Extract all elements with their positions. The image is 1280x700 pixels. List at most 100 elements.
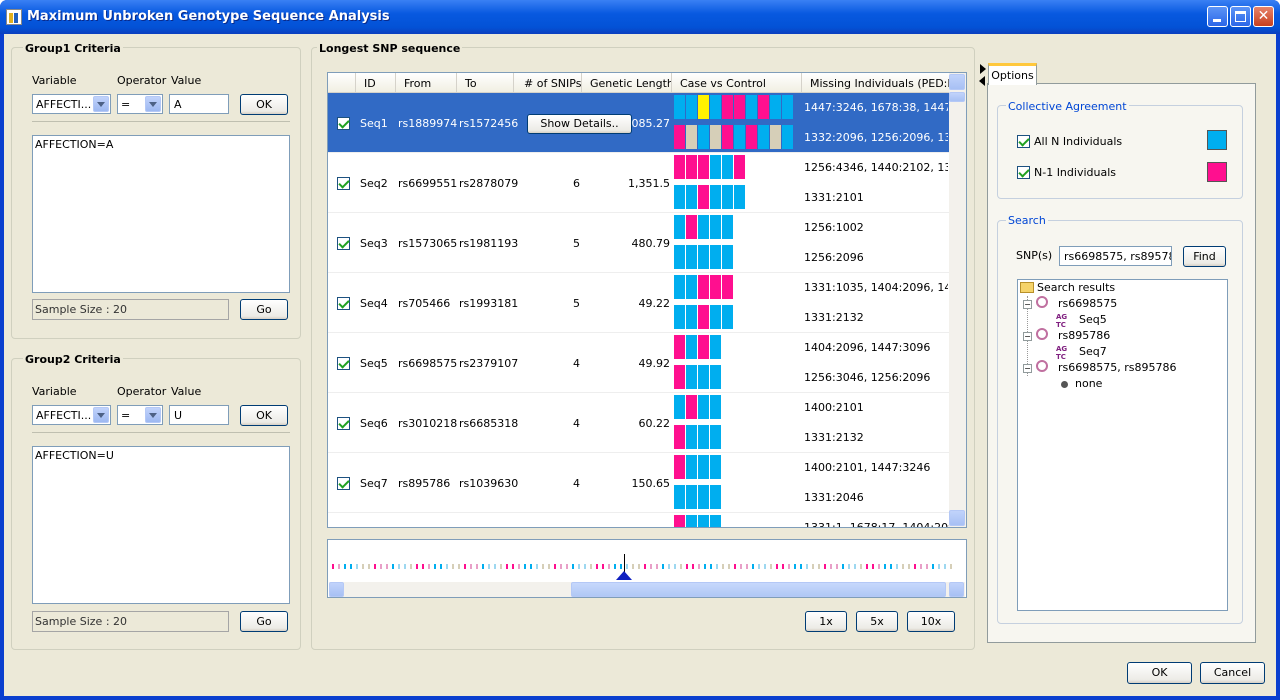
case-genotype-block <box>710 275 721 299</box>
zoom-5x-button[interactable]: 5x <box>856 611 898 632</box>
ok-button[interactable]: OK <box>1127 662 1192 684</box>
minimize-button[interactable] <box>1207 6 1228 27</box>
control-genotype-block <box>722 185 733 209</box>
group2-go-button[interactable]: Go <box>240 611 288 632</box>
show-details-button[interactable]: Show Details.. <box>527 114 632 134</box>
row-to: rs2379107 <box>459 357 519 370</box>
table-vertical-scrollbar[interactable] <box>949 73 966 527</box>
maximize-button[interactable] <box>1230 6 1251 27</box>
group2-title: Group2 Criteria <box>23 353 123 366</box>
group1-go-button[interactable]: Go <box>240 299 288 320</box>
group1-ok-button[interactable]: OK <box>240 94 288 115</box>
case-genotype-block <box>722 95 733 119</box>
group2-operator-select[interactable]: = <box>117 405 163 425</box>
n-minus-1-color-swatch[interactable] <box>1207 162 1227 182</box>
zoom-10x-button[interactable]: 10x <box>907 611 955 632</box>
snp-tick <box>920 564 922 569</box>
table-row[interactable]: Seq6 rs3010218 rs6685318 4 60.22 1400:2101 133… <box>328 393 950 453</box>
group1-operator-select[interactable]: = <box>117 94 163 114</box>
close-button[interactable]: ✕ <box>1253 6 1274 27</box>
column-header-to[interactable]: To <box>457 73 514 93</box>
control-genotype-block <box>698 485 709 509</box>
chevron-down-icon[interactable] <box>93 407 109 423</box>
column-header-from[interactable]: From <box>396 73 457 93</box>
cancel-button[interactable]: Cancel <box>1200 662 1265 684</box>
dialog-body: Group1 Criteria Variable Operator Value … <box>4 34 1276 696</box>
row-checkbox[interactable] <box>337 417 350 430</box>
sequence-table[interactable]: ID From To # of SNIPs Genetic Length Cas… <box>327 72 967 528</box>
snp-tick <box>614 564 616 569</box>
genome-overview[interactable] <box>327 539 967 598</box>
tree-root-label[interactable]: Search results <box>1037 281 1115 294</box>
collapse-left-icon[interactable] <box>979 76 985 86</box>
tree-node-both[interactable]: rs6698575, rs895786 <box>1058 361 1176 374</box>
group2-variable-select[interactable]: AFFECTI... <box>32 405 111 425</box>
group1-value-input[interactable]: A <box>169 94 229 114</box>
row-checkbox[interactable] <box>337 297 350 310</box>
column-header-select[interactable] <box>328 73 356 93</box>
row-checkbox[interactable] <box>337 357 350 370</box>
column-header-snps[interactable]: # of SNIPs <box>514 73 582 93</box>
column-header-id[interactable]: ID <box>356 73 396 93</box>
group2-ok-button[interactable]: OK <box>240 405 288 426</box>
group1-variable-select[interactable]: AFFECTI... <box>32 94 111 114</box>
collapse-icon[interactable]: − <box>1023 332 1032 341</box>
row-to: rs6685318 <box>459 417 519 430</box>
all-n-color-swatch[interactable] <box>1207 130 1227 150</box>
tree-leaf-seq7[interactable]: Seq7 <box>1079 345 1107 358</box>
row-checkbox[interactable] <box>337 117 350 130</box>
expand-right-icon[interactable] <box>980 64 986 74</box>
chevron-down-icon[interactable] <box>93 96 109 112</box>
search-results-tree[interactable]: Search results − rs6698575 AG TC Seq5 − r… <box>1017 279 1228 611</box>
zoom-1x-button[interactable]: 1x <box>805 611 847 632</box>
collapse-icon[interactable]: − <box>1023 364 1032 373</box>
overview-horizontal-scrollbar[interactable] <box>329 582 965 597</box>
table-row[interactable]: 1331:1, 1678:17, 1404:209... <box>328 513 966 527</box>
chevron-down-icon[interactable] <box>145 407 161 423</box>
title-bar[interactable]: Maximum Unbroken Genotype Sequence Analy… <box>0 0 1280 34</box>
snp-tick <box>404 564 406 569</box>
group2-criteria-list[interactable]: AFFECTION=U <box>32 446 290 604</box>
column-header-missing[interactable]: Missing Individuals (PED:ID) <box>802 73 950 93</box>
chevron-down-icon[interactable] <box>145 96 161 112</box>
n-minus-1-checkbox[interactable] <box>1017 166 1030 179</box>
snp-search-input[interactable]: rs6698575, rs895786 <box>1059 246 1172 266</box>
case-genotype-block <box>746 95 757 119</box>
control-genotype-block <box>698 185 709 209</box>
case-genotype-block <box>698 395 709 419</box>
find-button[interactable]: Find <box>1183 246 1226 267</box>
group2-value-input[interactable]: U <box>169 405 229 425</box>
control-genotype-block <box>758 125 769 149</box>
tree-node-rs6698575[interactable]: rs6698575 <box>1058 297 1117 310</box>
snp-tick <box>680 564 682 569</box>
scroll-right-icon[interactable] <box>949 582 964 597</box>
scroll-thumb[interactable] <box>571 582 946 597</box>
collapse-icon[interactable]: − <box>1023 300 1032 309</box>
case-genotype-block <box>686 155 697 179</box>
scroll-thumb[interactable] <box>949 92 965 102</box>
tab-options[interactable]: Options <box>988 63 1037 85</box>
tree-leaf-seq5[interactable]: Seq5 <box>1079 313 1107 326</box>
group1-criteria-list[interactable]: AFFECTION=A <box>32 135 290 293</box>
table-row[interactable]: Seq5 rs6698575 rs2379107 4 49.92 1404:2096, 1… <box>328 333 950 393</box>
row-checkbox[interactable] <box>337 237 350 250</box>
position-marker-icon[interactable] <box>616 571 632 580</box>
table-row[interactable]: Seq1 rs1889974 rs1572456,085.27 1447:3246, … <box>328 93 950 153</box>
table-row[interactable]: Seq2 rs6699551 rs2878079 6 1,351.5 1256:4346,… <box>328 153 950 213</box>
table-row[interactable]: Seq4 rs705466 rs1993181 5 49.22 1331:1035, 14… <box>328 273 950 333</box>
snp-tick <box>884 564 886 569</box>
scroll-up-icon[interactable] <box>949 74 965 90</box>
scroll-left-icon[interactable] <box>329 582 344 597</box>
column-header-length[interactable]: Genetic Length <box>582 73 672 93</box>
table-row[interactable]: Seq3 rs1573065 rs1981193 5 480.79 1256:1002 12… <box>328 213 950 273</box>
control-genotype-block <box>782 125 793 149</box>
column-header-case-control[interactable]: Case vs Control <box>672 73 802 93</box>
row-checkbox[interactable] <box>337 177 350 190</box>
all-n-checkbox[interactable] <box>1017 135 1030 148</box>
row-checkbox[interactable] <box>337 477 350 490</box>
case-genotype-block <box>710 95 721 119</box>
tree-node-rs895786[interactable]: rs895786 <box>1058 329 1110 342</box>
table-row[interactable]: Seq7 rs895786 rs1039630 4 150.65 1400:2101, 1… <box>328 453 950 513</box>
case-genotype-block <box>686 395 697 419</box>
scroll-down-icon[interactable] <box>949 510 965 526</box>
